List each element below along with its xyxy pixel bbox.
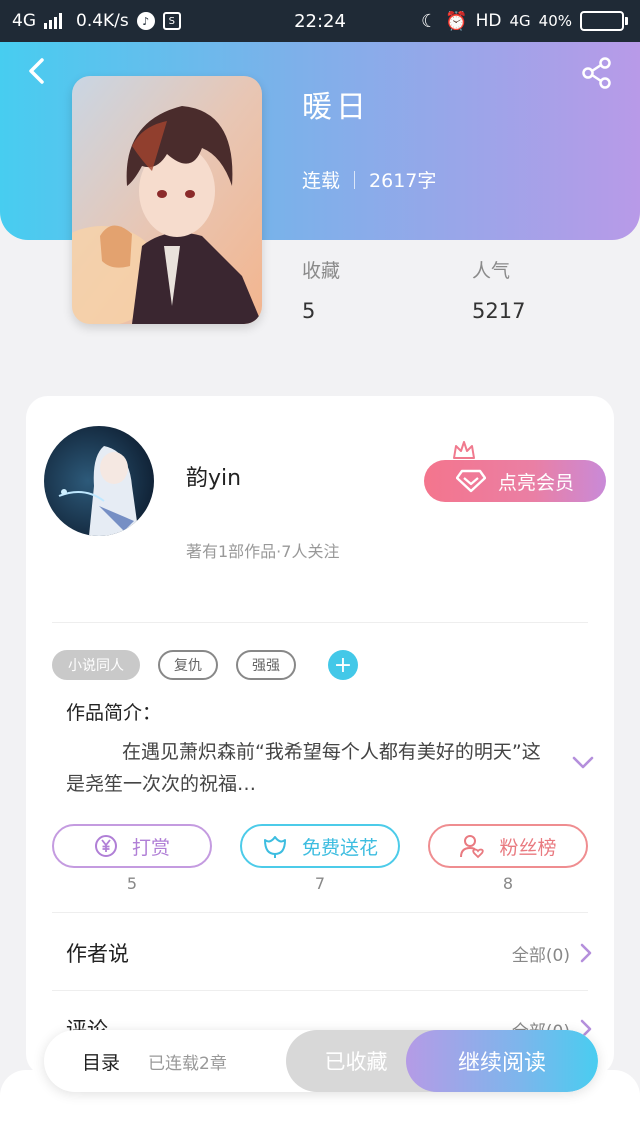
book-meta: 连载 2617字 — [302, 166, 436, 193]
stat-label: 人气 — [472, 260, 511, 282]
toc-button[interactable]: 目录 — [82, 1030, 120, 1092]
network-label: 4G — [12, 11, 36, 31]
flower-count: 7 — [314, 874, 326, 893]
bottom-action-bar: 目录 已连载2章 已收藏 继续阅读 — [44, 1030, 598, 1092]
vip-button[interactable]: 点亮会员 — [424, 460, 606, 502]
tag-chip[interactable]: 小说同人 — [52, 650, 140, 680]
author-says-all: 全部(0) — [511, 945, 570, 966]
network-speed: 0.4K/s — [76, 11, 129, 31]
reward-count: 5 — [126, 874, 138, 893]
share-button[interactable] — [580, 56, 614, 90]
chevron-right-icon — [580, 943, 592, 963]
crown-icon — [453, 441, 475, 459]
continue-reading-button[interactable]: 继续阅读 — [406, 1030, 598, 1092]
tag-chip[interactable]: 强强 — [236, 650, 296, 680]
tag-chip[interactable]: 复仇 — [158, 650, 218, 680]
battery-icon — [580, 11, 628, 31]
stat-value: 5217 — [472, 299, 526, 323]
reward-label: 打赏 — [131, 836, 170, 859]
author-says-row[interactable]: 作者说 全部(0) — [66, 938, 592, 968]
author-summary: 著有1部作品·7人关注 — [186, 542, 340, 561]
word-count: 2617字 — [369, 170, 437, 192]
flower-icon — [263, 836, 286, 858]
expand-chevron-icon[interactable] — [572, 756, 594, 770]
network-label-2: 4G — [509, 12, 531, 30]
flower-label: 免费送花 — [301, 836, 378, 859]
stat-value: 5 — [302, 299, 316, 323]
intro-text: 在遇见萧炽森前“我希望每个人都有美好的明天”这是尧笙一次次的祝福… — [66, 741, 541, 795]
app-notification-icon: ♪ — [136, 12, 155, 30]
fan-ranking-button[interactable]: 粉丝榜 — [428, 824, 588, 868]
stat-popularity: 人气 5217 — [472, 256, 525, 323]
back-button[interactable] — [22, 54, 52, 88]
tag-list: 小说同人 复仇 强强 + — [52, 650, 358, 680]
fans-label: 粉丝榜 — [499, 836, 557, 859]
divider — [52, 622, 588, 623]
divider — [52, 990, 588, 991]
author-says-title: 作者说 — [66, 942, 129, 966]
author-avatar[interactable] — [44, 426, 154, 536]
fans-count: 8 — [502, 874, 514, 893]
book-cover[interactable] — [72, 76, 262, 324]
s-app-icon: S — [162, 12, 181, 30]
reward-button[interactable]: 打赏 — [52, 824, 212, 868]
signal-icon — [44, 13, 62, 29]
divider — [52, 912, 588, 913]
serial-status: 连载 — [302, 170, 341, 192]
intro-label: 作品简介： — [66, 702, 162, 724]
stat-label: 收藏 — [302, 260, 341, 282]
battery-percent: 40% — [538, 12, 572, 30]
user-heart-icon — [460, 835, 485, 859]
moon-icon: ☾ — [421, 10, 438, 32]
meta-divider — [354, 170, 356, 189]
detail-card: 韵yin 点亮会员 著有1部作品·7人关注 小说同人 复仇 强强 + 作品简介：… — [26, 396, 614, 1076]
yen-coin-icon — [94, 835, 117, 857]
author-name[interactable]: 韵yin — [186, 460, 241, 492]
status-bar: 4G 0.4K/s ♪ S 22:24 ☾ ⏰ HD 4G 40% — [0, 0, 640, 42]
hd-label: HD — [475, 11, 502, 31]
add-tag-button[interactable]: + — [328, 650, 358, 680]
book-title: 暖日 — [302, 90, 370, 125]
send-flower-button[interactable]: 免费送花 — [240, 824, 400, 868]
vip-label: 点亮会员 — [497, 471, 574, 494]
alarm-icon: ⏰ — [445, 10, 468, 32]
stat-favorites: 收藏 5 — [302, 256, 340, 323]
diamond-icon — [455, 469, 486, 493]
serial-progress: 已连载2章 — [148, 1053, 227, 1074]
